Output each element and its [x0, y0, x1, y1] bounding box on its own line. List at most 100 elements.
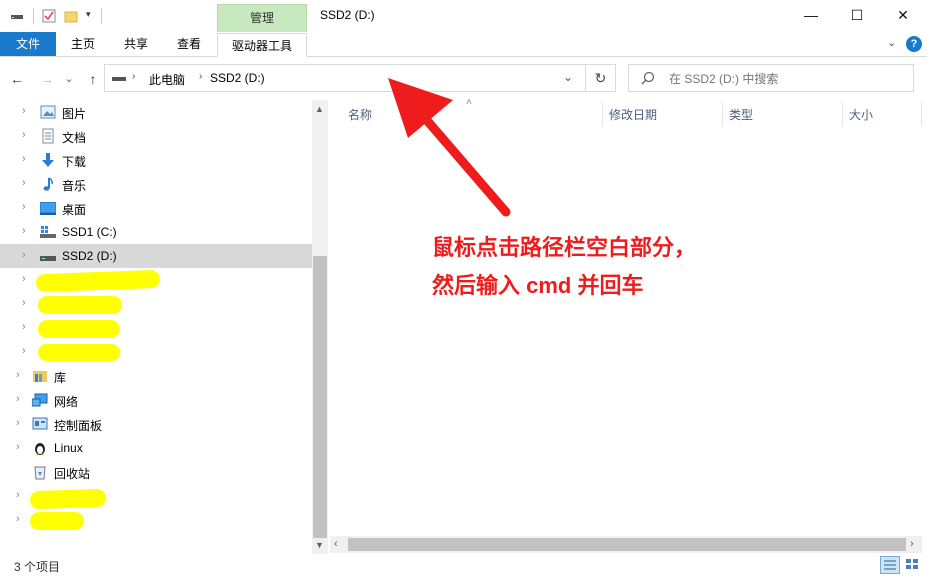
tree-item-redacted[interactable]: › [0, 292, 310, 316]
chevron-right-icon[interactable]: › [22, 153, 32, 165]
tab-view[interactable]: 查看 [168, 32, 210, 56]
new-folder-icon[interactable] [64, 9, 78, 23]
column-divider[interactable] [722, 102, 723, 126]
qat-dropdown-icon[interactable]: ▾ [86, 9, 91, 20]
tree-item-label: 库 [54, 371, 67, 385]
tree-item-music[interactable]: › 音乐 [0, 172, 310, 196]
chevron-right-icon[interactable]: › [16, 417, 26, 429]
column-name[interactable]: 名称 [348, 102, 372, 128]
windows-drive-icon [40, 224, 56, 240]
desktop-icon [40, 200, 56, 216]
scrollbar-thumb[interactable] [313, 256, 327, 538]
status-bar: 3 个项目 [0, 554, 927, 577]
up-button[interactable]: ↑ [84, 70, 102, 88]
tree-item-label: 图片 [62, 107, 87, 121]
forward-button[interactable]: → [38, 70, 56, 88]
file-list-scrollbar[interactable]: ‹ › [330, 536, 922, 553]
tree-item-label: 音乐 [62, 179, 87, 193]
qat-divider [101, 8, 102, 24]
tree-item-documents[interactable]: › 文档 [0, 124, 310, 148]
tree-item-pictures[interactable]: › 图片 [0, 100, 310, 124]
scroll-left-icon[interactable]: ‹ [334, 538, 338, 550]
search-box[interactable] [628, 64, 914, 92]
annotation-line-1: 鼠标点击路径栏空白部分， [432, 235, 697, 260]
breadcrumb-this-pc[interactable]: 此电脑 [149, 71, 185, 88]
downloads-icon [40, 152, 56, 168]
chevron-right-icon[interactable]: › [22, 321, 32, 333]
back-button[interactable]: ← [8, 70, 26, 88]
tree-item-ssd1[interactable]: › SSD1 (C:) [0, 220, 310, 244]
breadcrumb-separator[interactable]: › [132, 71, 135, 82]
chevron-right-icon[interactable]: › [22, 105, 32, 117]
navigation-pane-scrollbar[interactable]: ▲ ▼ [312, 100, 328, 554]
linux-icon [32, 440, 48, 456]
tree-item-redacted[interactable]: › [0, 316, 310, 340]
tree-item-recycle-bin[interactable]: 回收站 [0, 460, 310, 484]
chevron-right-icon[interactable]: › [22, 129, 32, 141]
large-icons-view-icon[interactable] [903, 556, 923, 574]
properties-icon[interactable] [42, 9, 56, 23]
navigation-pane: › 图片 › 文档 › 下载 › 音乐 › 桌面 › SSD1 (C:) › S… [0, 100, 312, 554]
redaction-highlight [38, 344, 120, 361]
maximize-button[interactable]: ☐ [834, 0, 880, 31]
chevron-right-icon[interactable]: › [22, 297, 32, 309]
tab-share[interactable]: 共享 [115, 32, 157, 56]
tree-item-linux[interactable]: › Linux [0, 436, 310, 460]
tab-home[interactable]: 主页 [62, 32, 104, 56]
expand-ribbon-icon[interactable]: ⌄ [887, 36, 896, 49]
scroll-up-icon[interactable]: ▲ [315, 104, 324, 114]
redaction-highlight [29, 488, 107, 510]
minimize-button[interactable]: — [788, 0, 834, 31]
scroll-down-icon[interactable]: ▼ [315, 540, 324, 550]
scroll-right-icon[interactable]: › [910, 538, 914, 550]
help-icon[interactable]: ? [906, 36, 922, 52]
recycle-bin-icon [32, 464, 48, 480]
recent-locations-button[interactable]: ⌄ [63, 70, 75, 88]
chevron-right-icon[interactable]: › [22, 225, 32, 237]
chevron-right-icon[interactable]: › [22, 177, 32, 189]
details-view-icon[interactable] [880, 556, 900, 574]
tab-drive-tools[interactable]: 驱动器工具 [217, 33, 307, 57]
tree-item-library[interactable]: › 库 [0, 364, 310, 388]
close-button[interactable]: ✕ [880, 0, 926, 31]
tree-item-redacted[interactable]: › [0, 340, 310, 364]
qat-divider [33, 8, 34, 24]
chevron-right-icon[interactable]: › [16, 513, 26, 525]
title-bar: ▾ 管理 SSD2 (D:) — ☐ ✕ [0, 0, 927, 32]
tree-item-label: 控制面板 [54, 419, 103, 433]
refresh-button[interactable]: ↻ [586, 64, 616, 92]
scrollbar-thumb[interactable] [348, 538, 906, 551]
context-tab-manage[interactable]: 管理 [217, 4, 307, 32]
tree-item-desktop[interactable]: › 桌面 [0, 196, 310, 220]
tree-item-redacted[interactable]: › [0, 508, 310, 532]
column-date-modified[interactable]: 修改日期 [609, 102, 657, 128]
tree-item-control-panel[interactable]: › 控制面板 [0, 412, 310, 436]
tree-item-downloads[interactable]: › 下载 [0, 148, 310, 172]
search-input[interactable] [667, 69, 906, 89]
chevron-right-icon[interactable]: › [16, 393, 26, 405]
column-divider[interactable] [842, 102, 843, 126]
drive-icon [10, 9, 24, 23]
chevron-right-icon[interactable]: › [22, 249, 32, 261]
address-dropdown-icon[interactable]: ⌄ [563, 70, 573, 84]
tree-item-network[interactable]: › 网络 [0, 388, 310, 412]
chevron-right-icon[interactable]: › [22, 345, 32, 357]
tree-item-ssd2-selected[interactable]: › SSD2 (D:) [0, 244, 312, 268]
chevron-right-icon[interactable]: › [22, 273, 32, 285]
chevron-right-icon[interactable]: › [16, 489, 26, 501]
chevron-right-icon[interactable]: › [16, 369, 26, 381]
tab-file[interactable]: 文件 [0, 32, 56, 56]
music-icon [40, 176, 56, 192]
tree-item-label: 下载 [62, 155, 87, 169]
column-divider[interactable] [921, 102, 922, 126]
tree-item-redacted[interactable]: › [0, 268, 310, 293]
drive-icon [40, 248, 56, 264]
column-size[interactable]: 大小 [849, 102, 873, 128]
chevron-right-icon[interactable]: › [22, 201, 32, 213]
column-type[interactable]: 类型 [729, 102, 753, 128]
breadcrumb-separator[interactable]: › [199, 71, 202, 82]
chevron-right-icon[interactable]: › [16, 441, 26, 453]
column-divider[interactable] [602, 102, 603, 126]
tree-item-redacted[interactable]: › [0, 484, 310, 510]
breadcrumb-ssd2[interactable]: SSD2 (D:) [210, 71, 265, 85]
